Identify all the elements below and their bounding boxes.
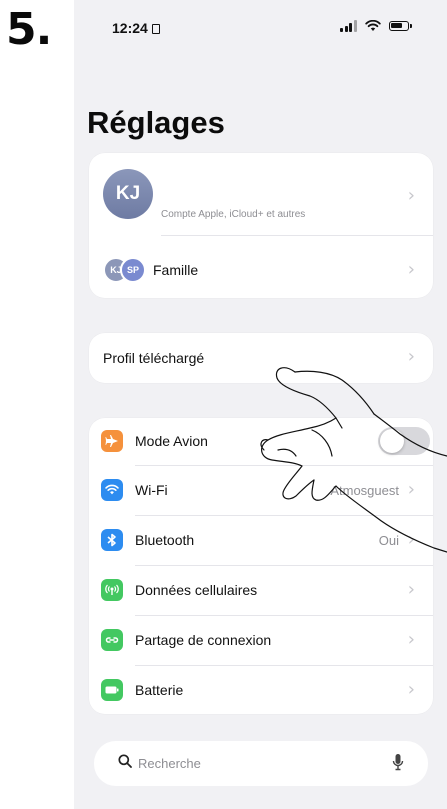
family-avatar-sp: SP [120, 257, 146, 283]
lock-screen-icon [151, 24, 160, 34]
family-row[interactable]: KJ SP Famille › [89, 236, 433, 298]
setting-value: Oui [378, 533, 399, 548]
setting-label: Wi-Fi [135, 482, 168, 498]
account-card: KJ Compte Apple, iCloud+ et autres › KJ … [89, 153, 433, 298]
chevron-right-icon: › [407, 629, 415, 650]
bluetooth-icon [101, 529, 123, 551]
chevron-right-icon: › [407, 529, 415, 550]
family-label: Famille [153, 262, 199, 278]
setting-row-wifi[interactable]: Wi-Fi Atmosguest › [89, 466, 433, 515]
setting-row-hotspot[interactable]: Partage de connexion › [89, 616, 433, 665]
setting-row-bluetooth[interactable]: Bluetooth Oui › [89, 516, 433, 565]
chevron-right-icon: › [407, 579, 415, 600]
chevron-right-icon: › [407, 679, 415, 700]
settings-list: Mode Avion Wi-Fi Atmosguest › Bluetooth … [89, 418, 433, 714]
search-input[interactable]: Recherche [138, 756, 201, 771]
microphone-icon[interactable] [392, 753, 404, 771]
toggle-knob [380, 429, 404, 453]
status-time: 12:24 [112, 20, 160, 36]
cellular-icon [101, 579, 123, 601]
status-icons [340, 20, 412, 32]
search-bar[interactable]: Recherche [94, 741, 428, 786]
airplane-icon [101, 430, 123, 452]
search-icon [118, 754, 132, 768]
downloaded-profile-row[interactable]: Profil téléchargé › [89, 333, 433, 383]
airplane-mode-toggle[interactable] [378, 427, 430, 455]
status-time-text: 12:24 [112, 20, 148, 36]
account-subtitle: Compte Apple, iCloud+ et autres [161, 209, 306, 220]
chevron-right-icon: › [407, 479, 415, 500]
wifi-icon [101, 479, 123, 501]
setting-label: Partage de connexion [135, 632, 272, 648]
setting-value: Atmosguest [330, 483, 399, 498]
apple-account-row[interactable]: KJ Compte Apple, iCloud+ et autres › [89, 153, 433, 235]
signal-icon [340, 20, 357, 32]
battery-status-icon [388, 21, 412, 31]
setting-label: Données cellulaires [135, 582, 258, 598]
setting-row-airplane-mode[interactable]: Mode Avion [89, 418, 433, 465]
setting-row-cellular[interactable]: Données cellulaires › [89, 566, 433, 615]
setting-label: Batterie [135, 682, 184, 698]
setting-label: Bluetooth [135, 532, 195, 548]
setting-label: Mode Avion [135, 433, 208, 449]
wifi-status-icon [364, 20, 381, 31]
hotspot-icon [101, 629, 123, 651]
page-title: Réglages [87, 105, 225, 140]
status-bar: 12:24 [74, 0, 447, 40]
avatar: KJ [103, 169, 153, 219]
battery-icon [101, 679, 123, 701]
chevron-right-icon: › [407, 185, 415, 206]
chevron-right-icon: › [407, 346, 415, 367]
step-number: 5. [6, 4, 52, 55]
chevron-right-icon: › [407, 259, 415, 280]
phone-screen: 12:24 Réglages KJ Compte Apple, iCloud+ … [74, 0, 447, 809]
setting-row-battery[interactable]: Batterie › [89, 666, 433, 714]
profile-label: Profil téléchargé [103, 350, 205, 366]
